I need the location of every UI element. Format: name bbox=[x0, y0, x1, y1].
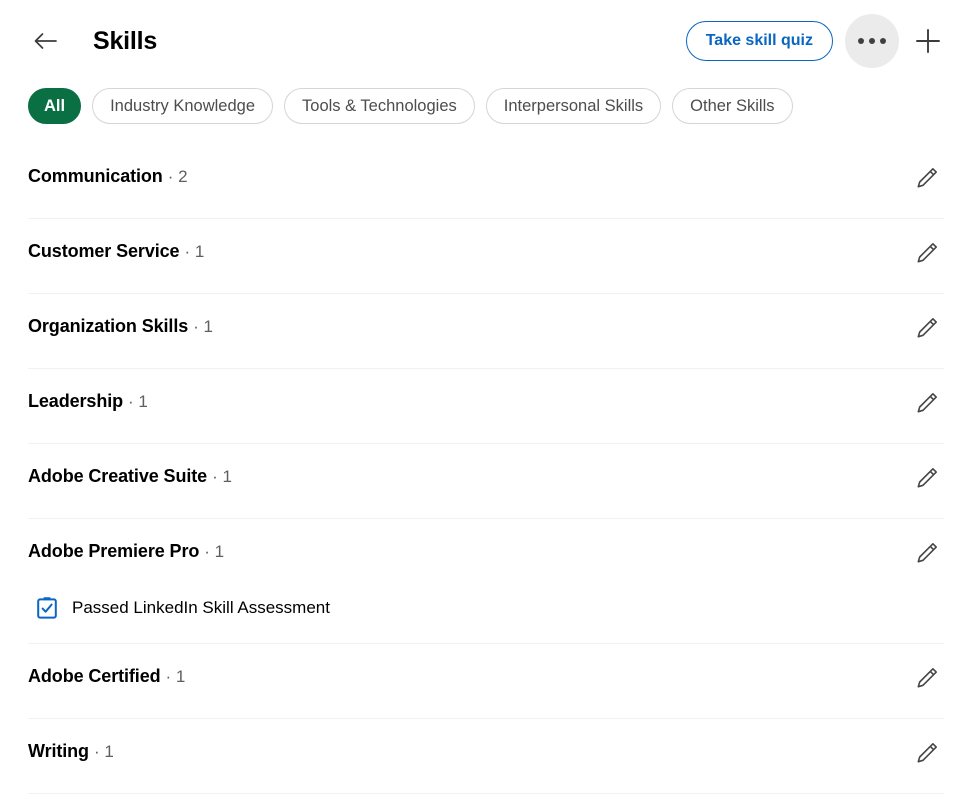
skill-name: Adobe Certified bbox=[28, 666, 161, 686]
skill-row[interactable]: Leadership · 1 bbox=[0, 369, 972, 443]
edit-skill-button[interactable] bbox=[910, 236, 944, 270]
edit-skill-button[interactable] bbox=[910, 536, 944, 570]
skill-endorsement-count: · 1 bbox=[93, 742, 114, 761]
skill-text: Leadership · 1 bbox=[28, 390, 910, 413]
pencil-icon bbox=[917, 393, 937, 413]
skill-text: Customer Service · 1 bbox=[28, 240, 910, 263]
filter-chip-all[interactable]: All bbox=[28, 88, 82, 124]
skill-text: Organization Skills · 1 bbox=[28, 315, 910, 338]
skill-endorsement-count: · 1 bbox=[165, 667, 186, 686]
skill-endorsement-count: · 1 bbox=[184, 242, 205, 261]
edit-skill-button[interactable] bbox=[910, 461, 944, 495]
skill-text: Writing · 1 bbox=[28, 740, 910, 763]
skill-row-main: Writing · 1 bbox=[28, 719, 944, 793]
overflow-menu-icon bbox=[858, 38, 864, 44]
skill-name: Customer Service bbox=[28, 241, 180, 261]
overflow-menu-icon-dot bbox=[869, 38, 875, 44]
pencil-icon bbox=[917, 243, 937, 263]
skill-endorsement-count: · 1 bbox=[193, 317, 213, 336]
skill-row-main: Customer Service · 1 bbox=[28, 219, 944, 293]
skill-row[interactable]: Communication · 2 bbox=[0, 144, 972, 218]
skill-name: Writing bbox=[28, 741, 89, 761]
skill-name: Organization Skills bbox=[28, 316, 189, 336]
skills-page: Skills Take skill quiz All Industry Knowl… bbox=[0, 0, 972, 794]
skill-assessment-badge-icon bbox=[37, 597, 57, 619]
skill-text: Adobe Creative Suite · 1 bbox=[28, 465, 910, 488]
skill-row[interactable]: Adobe Premiere Pro · 1 Passed LinkedIn Sk… bbox=[0, 519, 972, 643]
skill-endorsement-count: · 1 bbox=[128, 392, 148, 411]
overflow-menu-icon-dot bbox=[880, 38, 886, 44]
take-skill-quiz-button[interactable]: Take skill quiz bbox=[685, 21, 833, 61]
skill-row-main: Communication · 2 bbox=[28, 144, 944, 218]
page-title: Skills bbox=[93, 26, 158, 55]
skill-row[interactable]: Adobe Creative Suite · 1 bbox=[0, 444, 972, 518]
plus-icon bbox=[916, 29, 940, 53]
pencil-icon bbox=[917, 168, 937, 188]
skill-text: Communication · 2 bbox=[28, 165, 910, 188]
skill-row-main: Organization Skills · 1 bbox=[28, 294, 944, 368]
skill-row[interactable]: Customer Service · 1 bbox=[0, 219, 972, 293]
more-options-button[interactable] bbox=[845, 14, 899, 68]
pencil-icon bbox=[917, 468, 937, 488]
filter-chip-industry-knowledge[interactable]: Industry Knowledge bbox=[92, 88, 274, 124]
edit-skill-button[interactable] bbox=[910, 736, 944, 770]
add-skill-button[interactable] bbox=[906, 19, 950, 63]
skill-row-main: Leadership · 1 bbox=[28, 369, 944, 443]
skill-row-main: Adobe Premiere Pro · 1 bbox=[28, 519, 944, 593]
filter-chip-row: All Industry Knowledge Tools & Technologie… bbox=[0, 82, 972, 130]
pencil-icon bbox=[917, 668, 937, 688]
edit-skill-button[interactable] bbox=[910, 161, 944, 195]
edit-skill-button[interactable] bbox=[910, 311, 944, 345]
skill-assessment-badge: Passed LinkedIn Skill Assessment bbox=[28, 593, 944, 643]
filter-chip-tools-technologies[interactable]: Tools & Technologies bbox=[284, 88, 475, 124]
skill-assessment-label: Passed LinkedIn Skill Assessment bbox=[72, 597, 330, 617]
skill-row-main: Adobe Creative Suite · 1 bbox=[28, 444, 944, 518]
skill-row-main: Adobe Certified · 1 bbox=[28, 644, 944, 718]
skill-name: Communication bbox=[28, 166, 163, 186]
arrow-left-icon bbox=[34, 33, 57, 49]
skill-row[interactable]: Adobe Certified · 1 bbox=[0, 644, 972, 718]
skill-endorsement-count: · 2 bbox=[167, 167, 188, 186]
filter-chip-other-skills[interactable]: Other Skills bbox=[672, 88, 793, 124]
skill-text: Adobe Certified · 1 bbox=[28, 665, 910, 688]
edit-skill-button[interactable] bbox=[910, 386, 944, 420]
skill-row[interactable]: Organization Skills · 1 bbox=[0, 294, 972, 368]
skill-row[interactable]: Writing · 1 bbox=[0, 719, 972, 793]
filter-chip-interpersonal-skills[interactable]: Interpersonal Skills bbox=[485, 88, 662, 124]
page-header: Skills Take skill quiz bbox=[0, 0, 972, 82]
back-button[interactable] bbox=[28, 24, 62, 58]
pencil-icon bbox=[917, 318, 937, 338]
pencil-icon bbox=[917, 743, 937, 763]
skill-text: Adobe Premiere Pro · 1 bbox=[28, 540, 910, 563]
pencil-icon bbox=[917, 543, 937, 563]
skill-name: Adobe Premiere Pro bbox=[28, 541, 200, 561]
skill-endorsement-count: · 1 bbox=[212, 467, 232, 486]
skill-endorsement-count: · 1 bbox=[204, 542, 225, 561]
skill-name: Leadership bbox=[28, 391, 124, 411]
edit-skill-button[interactable] bbox=[910, 661, 944, 695]
skills-list: Communication · 2 Customer Service · 1 Org… bbox=[0, 144, 972, 794]
skill-name: Adobe Creative Suite bbox=[28, 466, 208, 486]
